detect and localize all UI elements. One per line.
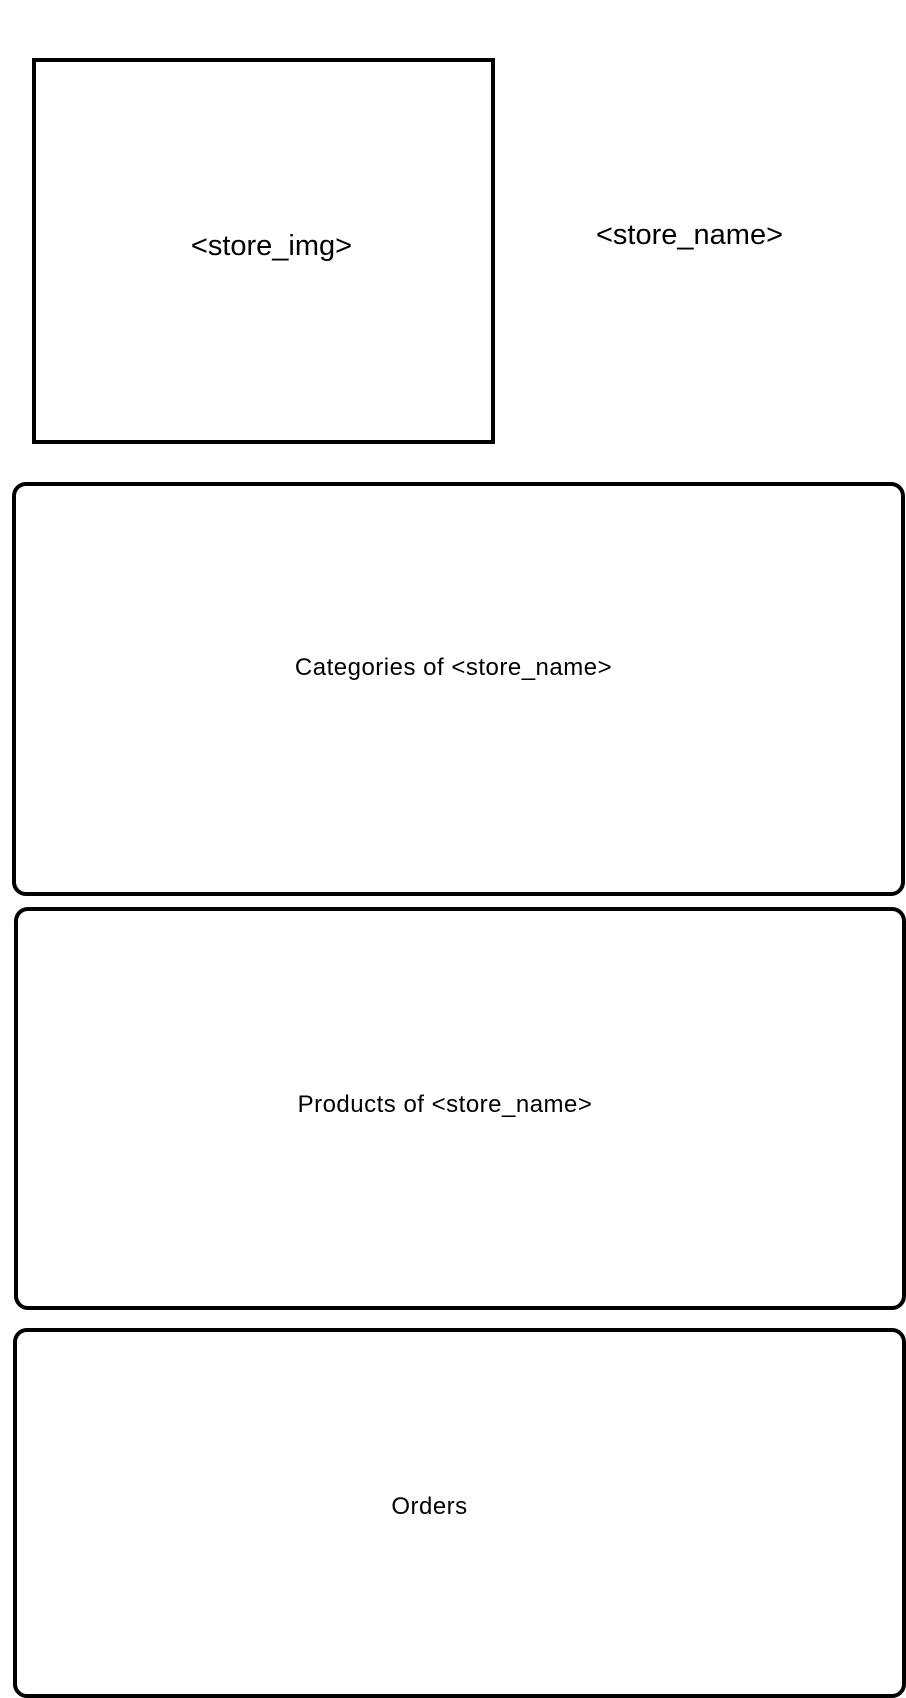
categories-panel[interactable]: Categories of <store_name> <box>12 482 905 896</box>
orders-panel[interactable]: Orders <box>13 1328 906 1698</box>
orders-label: Orders <box>391 1493 468 1520</box>
categories-label: Categories of <store_name> <box>294 654 613 681</box>
store-image: <store_img> <box>32 58 495 444</box>
store-image-placeholder: <store_img> <box>190 229 353 262</box>
products-label: Products of <store_name> <box>297 1090 593 1118</box>
products-panel[interactable]: Products of <store_name> <box>14 907 906 1310</box>
store-name: <store_name> <box>596 219 784 251</box>
